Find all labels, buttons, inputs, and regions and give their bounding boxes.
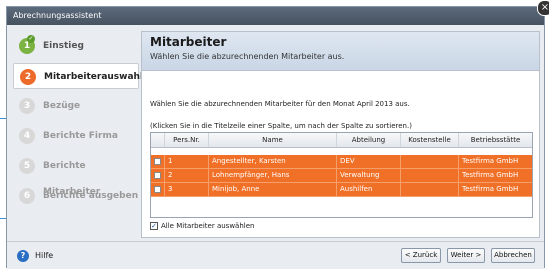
next-button[interactable]: Weiter > [447, 248, 485, 263]
cell-abteilung: Aushilfen [337, 183, 401, 196]
table-row[interactable]: 1 Angestellter, Karsten DEV Testfirma Gm… [151, 155, 532, 169]
step-sidebar: 1 ✓ Einstieg 2 Mitarbeiterauswahl 3 Bezü… [13, 33, 143, 217]
page-subtitle: Wählen Sie die abzurechnenden Mitarbeite… [150, 52, 345, 61]
cell-name: Angestellter, Karsten [209, 155, 337, 168]
cell-persnr: 2 [165, 169, 209, 182]
table-header: Pers.Nr. Name Abteilung Kostenstelle Bet… [151, 133, 532, 148]
column-header-kostenstelle[interactable]: Kostenstelle [401, 133, 459, 147]
cell-kostenstelle [401, 169, 459, 182]
step-number-4: 4 [19, 128, 35, 144]
sort-instruction: (Klicken Sie in die Titelzeile einer Spa… [150, 122, 412, 130]
step-label-mitarbeiterauswahl: Mitarbeiterauswahl [44, 72, 144, 82]
help-icon[interactable]: ? [17, 250, 29, 262]
table-row[interactable]: 2 Lohnempfänger, Hans Verwaltung Testfir… [151, 169, 532, 183]
column-header-name[interactable]: Name [209, 133, 337, 147]
step-berichte-mitarbeiter[interactable]: 5 Berichte Mitarbeiter [13, 153, 139, 197]
cell-kostenstelle [401, 155, 459, 168]
cell-name: Lohnempfänger, Hans [209, 169, 337, 182]
step-berichte-firma[interactable]: 4 Berichte Firma [13, 123, 139, 149]
column-header-persnr[interactable]: Pers.Nr. [165, 133, 209, 147]
page-title: Mitarbeiter [150, 35, 227, 49]
column-header-betriebsstaette[interactable]: Betriebsstätte [459, 133, 532, 147]
title-bar: Abrechnungsassistent [7, 7, 544, 25]
assistant-window: Abrechnungsassistent 1 ✓ Einstieg 2 Mita… [6, 6, 545, 269]
employee-table: Pers.Nr. Name Abteilung Kostenstelle Bet… [150, 132, 533, 218]
month-instruction: Wählen Sie die abzurechnenden Mitarbeite… [150, 100, 410, 108]
close-icon[interactable]: × [537, 0, 549, 16]
row-checkbox[interactable] [151, 183, 165, 196]
checkbox-box[interactable] [154, 186, 161, 193]
select-all-label: Alle Mitarbeiter auswählen [161, 222, 255, 230]
cell-persnr: 1 [165, 155, 209, 168]
cell-persnr: 3 [165, 183, 209, 196]
select-all-checkbox[interactable]: ✓ [150, 222, 158, 230]
step-label-einstieg: Einstieg [43, 41, 84, 51]
cancel-button[interactable]: Abbrechen [491, 248, 535, 263]
step-number-6: 6 [19, 188, 35, 204]
step-berichte-ausgeben[interactable]: 6 Berichte ausgeben [13, 183, 139, 209]
help-link[interactable]: Hilfe [35, 250, 53, 262]
step-number-3: 3 [19, 98, 35, 114]
row-checkbox[interactable] [151, 155, 165, 168]
cell-kostenstelle [401, 183, 459, 196]
step-label-berichte-ausgeben: Berichte ausgeben [43, 191, 139, 201]
check-icon: ✓ [27, 35, 35, 43]
column-header-abteilung[interactable]: Abteilung [337, 133, 401, 147]
select-all-option[interactable]: ✓ Alle Mitarbeiter auswählen [150, 222, 254, 230]
cell-abteilung: DEV [337, 155, 401, 168]
step-number-5: 5 [19, 158, 35, 174]
column-header-select[interactable] [151, 133, 165, 147]
step-number-2: 2 [20, 69, 36, 85]
main-panel: Mitarbeiter Wählen Sie die abzurechnende… [141, 31, 540, 238]
step-mitarbeiterauswahl[interactable]: 2 Mitarbeiterauswahl [13, 63, 143, 89]
step-label-berichte-firma: Berichte Firma [43, 131, 118, 141]
table-row[interactable]: 3 Minijob, Anne Aushilfen Testfirma GmbH [151, 183, 532, 197]
footer-bar: ? Hilfe < Zurück Weiter > Abbrechen [7, 241, 544, 269]
cell-betriebsstaette: Testfirma GmbH [462, 185, 519, 193]
step-einstieg[interactable]: 1 ✓ Einstieg [13, 33, 139, 59]
cell-betriebsstaette: Testfirma GmbH [462, 157, 519, 165]
cell-abteilung: Verwaltung [337, 169, 401, 182]
window-title: Abrechnungsassistent [13, 11, 102, 20]
checkbox-box[interactable] [154, 172, 161, 179]
cell-name: Minijob, Anne [209, 183, 337, 196]
checkbox-box[interactable] [154, 158, 161, 165]
row-checkbox[interactable] [151, 169, 165, 182]
back-button[interactable]: < Zurück [401, 248, 441, 263]
cell-betriebsstaette: Testfirma GmbH [462, 171, 519, 179]
panel-header: Mitarbeiter Wählen Sie die abzurechnende… [142, 32, 539, 71]
step-label-bezuege: Bezüge [43, 101, 81, 111]
step-bezuege[interactable]: 3 Bezüge [13, 93, 139, 119]
